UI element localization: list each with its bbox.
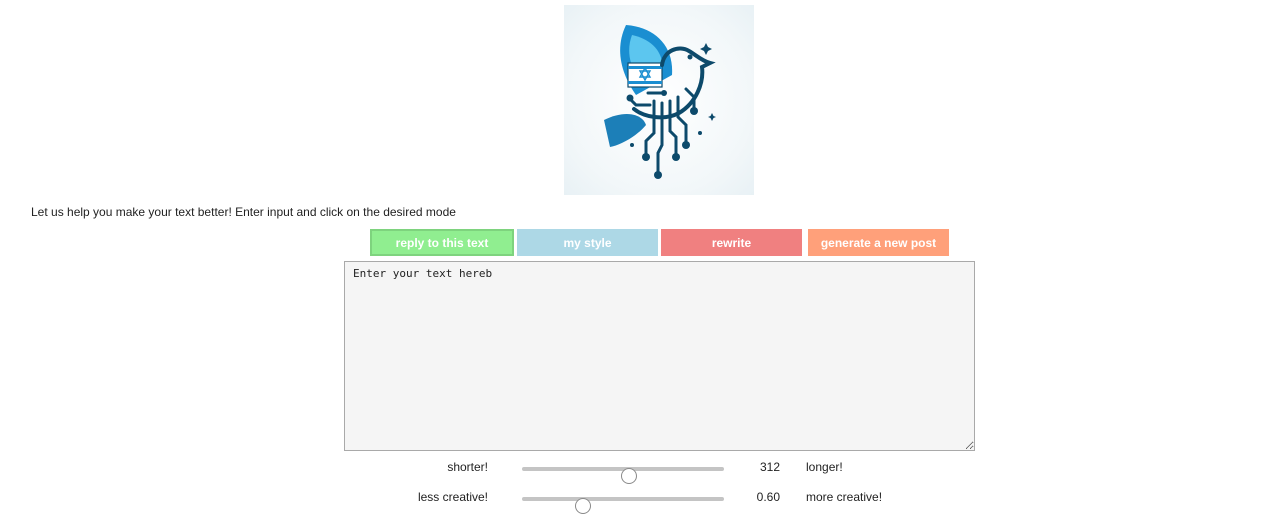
dove-circuit-star-of-david-icon bbox=[604, 25, 716, 179]
reply-mode-button[interactable]: reply to this text bbox=[370, 229, 514, 256]
length-slider-thumb[interactable] bbox=[621, 468, 638, 484]
length-min-label: shorter! bbox=[447, 460, 488, 474]
creativity-slider-row: less creative! 0.60 more creative! bbox=[344, 488, 975, 514]
creativity-value: 0.60 bbox=[756, 490, 780, 504]
creativity-slider-thumb[interactable] bbox=[574, 498, 591, 514]
logo bbox=[564, 5, 754, 195]
generate-post-mode-button[interactable]: generate a new post bbox=[808, 229, 949, 256]
intro-text: Let us help you make your text better! E… bbox=[31, 205, 456, 219]
creativity-max-label: more creative! bbox=[806, 490, 883, 504]
length-max-label: longer! bbox=[806, 460, 843, 474]
text-input[interactable] bbox=[344, 261, 975, 451]
mode-buttons: reply to this text my style rewrite gene… bbox=[370, 229, 949, 256]
length-slider[interactable] bbox=[522, 467, 724, 484]
creativity-min-label: less creative! bbox=[417, 490, 488, 504]
length-value: 312 bbox=[759, 460, 780, 474]
my-style-mode-button[interactable]: my style bbox=[517, 229, 658, 256]
length-slider-row: shorter! 312 longer! bbox=[344, 458, 975, 484]
creativity-slider[interactable] bbox=[522, 497, 724, 514]
rewrite-mode-button[interactable]: rewrite bbox=[661, 229, 802, 256]
